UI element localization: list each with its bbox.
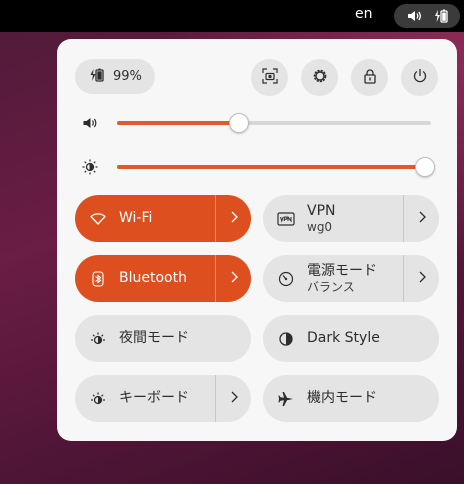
- brightness-icon: [81, 158, 99, 176]
- battery-button[interactable]: 99%: [75, 59, 155, 94]
- vpn-label: VPN: [307, 202, 336, 219]
- volume-slider[interactable]: [117, 113, 431, 133]
- speaker-icon: [81, 114, 99, 132]
- brightness-slider-handle[interactable]: [414, 157, 435, 177]
- top-bar: en: [0, 0, 464, 32]
- power-mode-toggle[interactable]: 電源モード バランス: [263, 255, 439, 302]
- keyboard-label: キーボード: [119, 390, 189, 407]
- wifi-toggle[interactable]: Wi-Fi: [75, 195, 251, 242]
- night-mode-toggle[interactable]: 夜間モード: [75, 315, 251, 362]
- vpn-toggle[interactable]: VPN wg0: [263, 195, 439, 242]
- vpn-menu-button[interactable]: [403, 195, 439, 242]
- keyboard-menu-button[interactable]: [215, 375, 251, 422]
- chevron-right-icon: [417, 270, 427, 288]
- quick-settings-panel: 99% Wi-Fi VPN wg0 Bluetooth 電源モード バランス 夜…: [57, 39, 457, 441]
- bluetooth-menu-button[interactable]: [215, 255, 251, 302]
- bluetooth-icon: [89, 270, 107, 288]
- bluetooth-toggle[interactable]: Bluetooth: [75, 255, 251, 302]
- brightness-slider[interactable]: [117, 157, 435, 177]
- chevron-right-icon: [229, 390, 239, 408]
- lock-button[interactable]: [351, 59, 388, 96]
- wifi-label: Wi-Fi: [119, 210, 153, 227]
- system-menu-button[interactable]: [394, 4, 460, 28]
- night-light-icon: [89, 330, 107, 348]
- wifi-menu-button[interactable]: [215, 195, 251, 242]
- airplane-mode-toggle[interactable]: 機内モード: [263, 375, 439, 422]
- power-mode-label: 電源モード: [307, 262, 377, 279]
- airplane-mode-label: 機内モード: [307, 390, 377, 407]
- night-mode-label: 夜間モード: [119, 330, 189, 347]
- chevron-right-icon: [229, 270, 239, 288]
- battery-charging-icon: [89, 67, 105, 87]
- brightness-slider-fill: [117, 165, 425, 169]
- chevron-right-icon: [229, 210, 239, 228]
- dark-style-toggle[interactable]: Dark Style: [263, 315, 439, 362]
- wifi-icon: [89, 210, 107, 228]
- volume-slider-handle[interactable]: [229, 113, 250, 133]
- dark-style-label: Dark Style: [307, 330, 380, 347]
- vpn-connection-name: wg0: [307, 219, 333, 234]
- keyboard-brightness-icon: [89, 390, 107, 408]
- gear-icon: [311, 67, 329, 89]
- vpn-icon: [277, 210, 295, 228]
- settings-button[interactable]: [301, 59, 338, 96]
- screenshot-icon: [261, 67, 278, 88]
- keyboard-toggle[interactable]: キーボード: [75, 375, 251, 422]
- power-mode-icon: [277, 270, 295, 288]
- lock-icon: [362, 68, 378, 88]
- screenshot-button[interactable]: [251, 59, 288, 96]
- power-mode-value: バランス: [307, 279, 355, 294]
- chevron-right-icon: [417, 210, 427, 228]
- power-icon: [412, 68, 428, 88]
- volume-icon: [406, 8, 422, 24]
- power-mode-menu-button[interactable]: [403, 255, 439, 302]
- bluetooth-label: Bluetooth: [119, 270, 187, 287]
- airplane-icon: [277, 390, 295, 408]
- battery-percent: 99%: [113, 69, 142, 84]
- battery-charging-icon: [433, 8, 449, 24]
- volume-slider-fill: [117, 121, 240, 125]
- power-button[interactable]: [401, 59, 438, 96]
- language-indicator[interactable]: en: [355, 6, 373, 22]
- dark-style-icon: [277, 330, 295, 348]
